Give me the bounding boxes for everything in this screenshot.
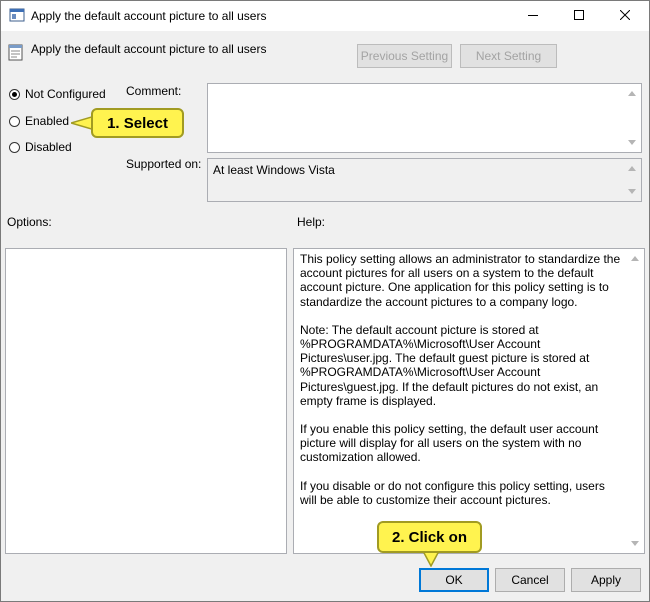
scroll-down-icon[interactable]	[628, 140, 636, 145]
callout-step-1: 1. Select	[91, 108, 184, 138]
radio-not-configured[interactable]: Not Configured	[9, 87, 106, 101]
close-icon	[619, 9, 631, 23]
minimize-button[interactable]	[510, 1, 556, 31]
close-button[interactable]	[602, 1, 648, 31]
scroll-down-icon[interactable]	[631, 541, 639, 546]
scroll-up-icon[interactable]	[628, 91, 636, 96]
help-paragraph: This policy setting allows an administra…	[300, 252, 621, 309]
dialog-window: Apply the default account picture to all…	[0, 0, 650, 602]
help-text: This policy setting allows an administra…	[300, 252, 622, 521]
scroll-up-icon[interactable]	[628, 166, 636, 171]
radio-button[interactable]	[9, 141, 20, 153]
cancel-button[interactable]: Cancel	[495, 568, 565, 592]
help-panel: This policy setting allows an administra…	[293, 248, 645, 554]
ok-button[interactable]: OK	[419, 568, 489, 592]
maximize-icon	[574, 9, 584, 23]
scroll-up-icon[interactable]	[631, 256, 639, 261]
help-scrollbar[interactable]	[627, 249, 644, 553]
scroll-down-icon[interactable]	[628, 189, 636, 194]
minimize-icon	[528, 9, 538, 23]
radio-label-disabled: Disabled	[25, 140, 72, 154]
supported-on-label: Supported on:	[126, 157, 202, 171]
policy-editor-icon	[9, 8, 25, 22]
radio-button[interactable]	[9, 115, 20, 127]
supported-scrollbar[interactable]	[624, 159, 641, 201]
apply-button[interactable]: Apply	[571, 568, 641, 592]
radio-enabled[interactable]: Enabled	[9, 114, 69, 128]
callout-step-2: 2. Click on	[377, 521, 482, 553]
radio-button-selected[interactable]	[9, 88, 20, 100]
options-panel	[5, 248, 287, 554]
policy-title: Apply the default account picture to all…	[31, 42, 267, 56]
radio-label-not-configured: Not Configured	[25, 87, 106, 101]
previous-setting-button[interactable]: Previous Setting	[357, 44, 452, 68]
options-label: Options:	[7, 215, 52, 229]
radio-disabled[interactable]: Disabled	[9, 140, 72, 154]
policy-setting-icon	[8, 43, 24, 61]
help-paragraph: Note: The default account picture is sto…	[300, 322, 599, 408]
maximize-button[interactable]	[556, 1, 602, 31]
window-title: Apply the default account picture to all…	[31, 9, 267, 23]
comment-label: Comment:	[126, 84, 182, 98]
radio-label-enabled: Enabled	[25, 114, 70, 128]
comment-textarea[interactable]	[207, 83, 642, 153]
title-bar[interactable]: Apply the default account picture to all…	[1, 1, 649, 31]
help-paragraph: If you disable or do not configure this …	[300, 478, 605, 507]
help-label: Help:	[297, 215, 326, 229]
supported-on-value: At least Windows Vista	[213, 163, 335, 177]
comment-scrollbar[interactable]	[624, 84, 641, 152]
next-setting-button[interactable]: Next Setting	[460, 44, 557, 68]
supported-on-field: At least Windows Vista	[207, 158, 642, 202]
help-paragraph: If you enable this policy setting, the d…	[300, 422, 599, 465]
callout-pointer	[422, 551, 440, 567]
